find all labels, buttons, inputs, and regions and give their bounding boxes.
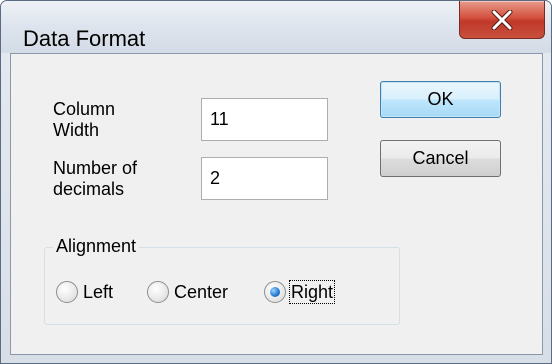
dialog-client-area: Column Width 11 Number of decimals 2 OK … (10, 53, 543, 355)
align-right-label: Right (288, 280, 336, 304)
align-center-option[interactable]: Center (147, 280, 229, 304)
column-width-label: Column Width (53, 99, 116, 140)
radio-center[interactable] (147, 281, 169, 303)
close-button[interactable] (459, 1, 545, 39)
radio-right[interactable] (264, 281, 286, 303)
title-bar[interactable]: Data Format (1, 1, 551, 53)
align-left-label: Left (83, 282, 114, 302)
align-right-option[interactable]: Right (264, 280, 336, 304)
dialog-window: Data Format Column Width 11 Number of de… (0, 0, 552, 364)
cancel-button[interactable]: Cancel (380, 140, 501, 177)
align-left-option[interactable]: Left (56, 280, 114, 304)
decimals-input[interactable]: 2 (201, 157, 328, 200)
radio-left[interactable] (56, 281, 78, 303)
window-title: Data Format (23, 26, 146, 51)
alignment-legend: Alignment (53, 235, 140, 257)
align-center-label: Center (174, 282, 229, 302)
close-icon (491, 9, 513, 30)
column-width-input[interactable]: 11 (201, 98, 328, 141)
ok-button[interactable]: OK (380, 81, 501, 118)
decimals-label: Number of decimals (53, 158, 138, 199)
